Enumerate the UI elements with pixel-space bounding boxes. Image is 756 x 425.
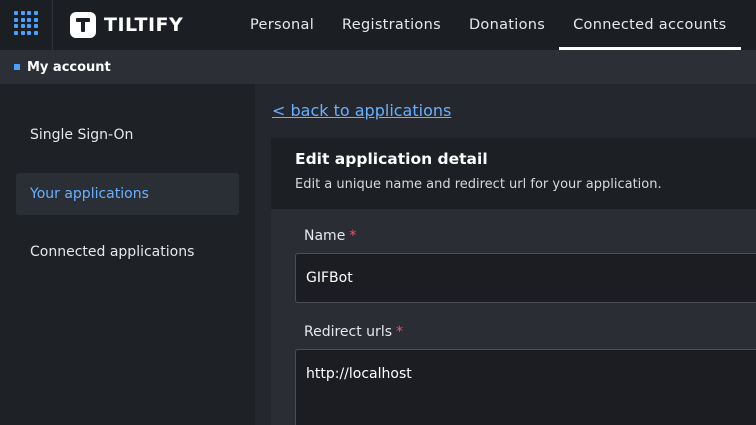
sidebar-item-single-sign-on[interactable]: Single Sign-On (16, 114, 239, 156)
name-label-text: Name (304, 228, 346, 244)
tiltify-logo-icon (70, 12, 96, 38)
card-header: Edit application detail Edit a unique na… (271, 138, 756, 210)
apps-grid-icon[interactable] (14, 11, 38, 35)
required-mark: * (349, 228, 357, 244)
redirect-urls-textarea[interactable]: http://localhost (295, 349, 756, 425)
sidebar-item-connected-applications[interactable]: Connected applications (16, 231, 239, 273)
subheader-title: My account (27, 59, 111, 75)
nav-item-donations[interactable]: Donations (455, 0, 559, 50)
nav-item-registrations[interactable]: Registrations (328, 0, 455, 50)
top-navigation-bar: TILTIFY Personal Registrations Donations… (0, 0, 756, 50)
card-description: Edit a unique name and redirect url for … (295, 177, 662, 192)
sidebar-item-your-applications[interactable]: Your applications (16, 173, 239, 215)
brand-name: TILTIFY (104, 14, 184, 36)
card-title: Edit application detail (295, 150, 488, 168)
redirect-urls-field-label: Redirect urls * (304, 324, 403, 340)
name-field-label: Name * (304, 228, 356, 244)
sidebar: Single Sign-On Your applications Connect… (0, 84, 255, 425)
edit-application-card: Edit application detail Edit a unique na… (271, 138, 756, 425)
name-input[interactable]: GIFBot (295, 253, 756, 303)
square-bullet-icon (14, 64, 20, 70)
main-content: < back to applications Edit application … (255, 84, 756, 425)
back-to-applications-link[interactable]: < back to applications (272, 101, 451, 120)
nav-item-connected-accounts[interactable]: Connected accounts (559, 0, 741, 50)
nav-item-personal[interactable]: Personal (236, 0, 328, 50)
redirect-urls-label-text: Redirect urls (304, 324, 392, 340)
account-subheader: My account (0, 50, 756, 84)
card-body: Name * GIFBot Redirect urls * http://local… (271, 210, 756, 425)
topbar-divider (52, 0, 53, 50)
main-nav: Personal Registrations Donations Connect… (236, 0, 741, 50)
brand-logo[interactable]: TILTIFY (70, 12, 183, 38)
required-mark: * (396, 324, 403, 340)
